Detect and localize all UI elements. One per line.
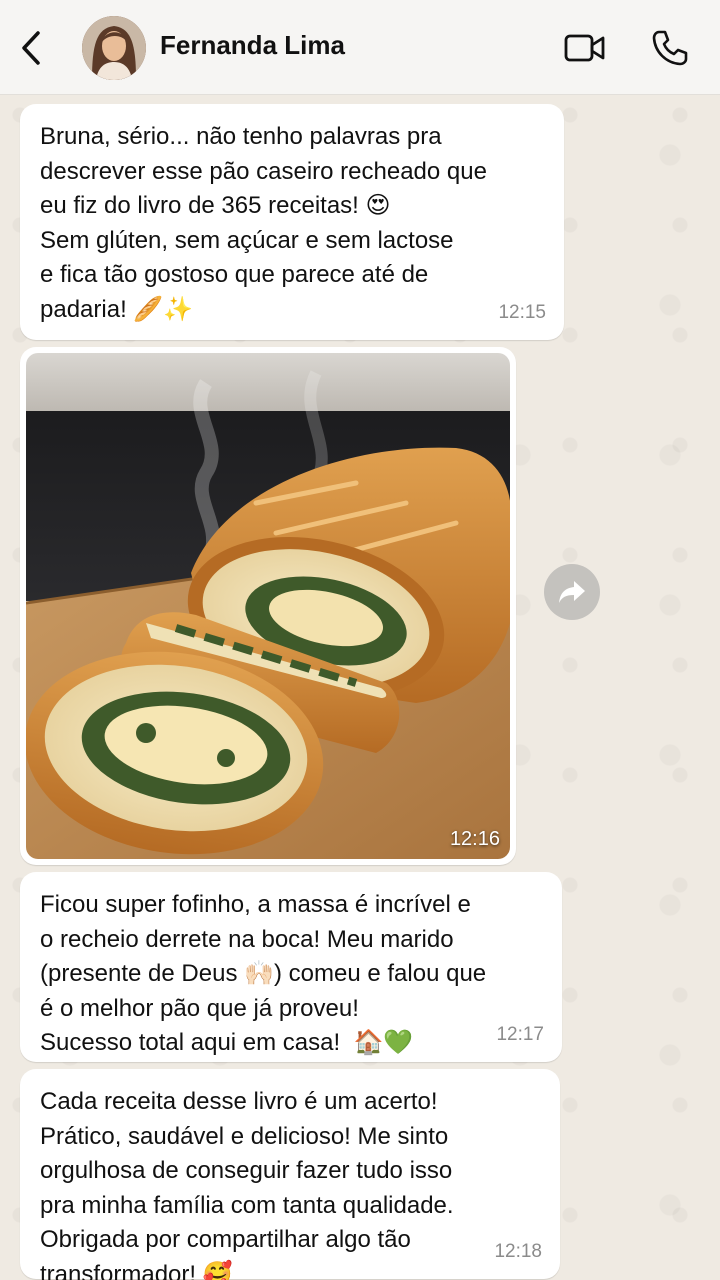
phone-call-button[interactable] — [650, 28, 690, 73]
message-timestamp: 12:15 — [498, 301, 546, 323]
chat-header: Fernanda Lima — [0, 0, 720, 95]
contact-name[interactable]: Fernanda Lima — [160, 30, 345, 61]
avatar[interactable] — [82, 16, 146, 80]
message-bubble-4[interactable]: Cada receita desse livro é um acerto! Pr… — [20, 1069, 560, 1280]
message-text: Ficou super fofinho, a massa é incrível … — [40, 891, 487, 1056]
message-timestamp: 12:18 — [494, 1240, 542, 1262]
back-button[interactable] — [14, 28, 48, 68]
message-text: Bruna, sério... não tenho palavras pra d… — [40, 123, 487, 323]
message-timestamp: 12:17 — [496, 1023, 544, 1045]
image-timestamp: 12:16 — [449, 828, 500, 850]
forward-button[interactable] — [544, 564, 600, 620]
video-call-icon — [564, 34, 605, 62]
message-text: Cada receita desse livro é um acerto! Pr… — [40, 1088, 454, 1280]
phone-call-icon — [652, 30, 688, 66]
forward-arrow-icon — [559, 581, 585, 603]
video-call-button[interactable] — [563, 28, 607, 73]
message-bubble-3[interactable]: Ficou super fofinho, a massa é incrível … — [20, 872, 562, 1062]
back-arrow-icon — [22, 31, 40, 65]
image-message-bubble[interactable]: 12:16 — [20, 347, 516, 865]
message-bubble-1[interactable]: Bruna, sério... não tenho palavras pra d… — [20, 104, 564, 340]
stuffed-bread-photo[interactable]: 12:16 — [26, 353, 510, 859]
